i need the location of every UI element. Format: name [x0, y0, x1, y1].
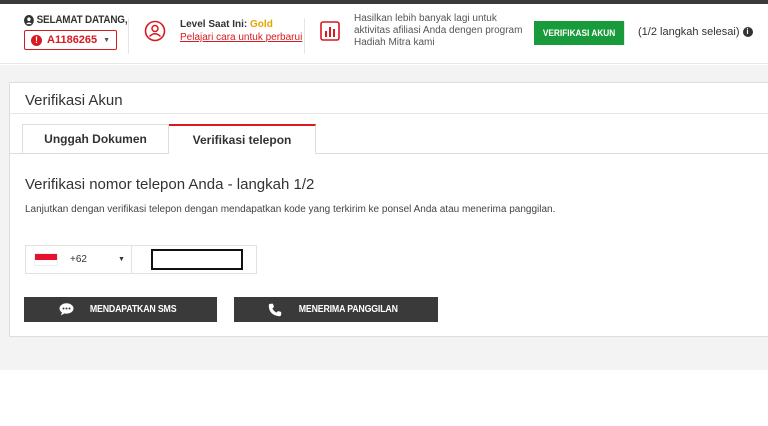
country-code-select[interactable]: +62 ▼	[26, 246, 132, 273]
tab-bar: Unggah Dokumen Verifikasi telepon	[22, 124, 316, 154]
section-heading: Verifikasi nomor telepon Anda - langkah …	[25, 176, 315, 193]
welcome-text: SELAMAT DATANG,	[36, 14, 128, 26]
receive-call-button[interactable]: MENERIMA PANGGILAN	[234, 297, 438, 322]
chart-icon	[320, 21, 340, 41]
info-icon[interactable]: i	[742, 27, 753, 37]
divider	[10, 113, 768, 114]
level-value: Gold	[250, 19, 273, 30]
phone-number-input[interactable]	[151, 249, 243, 270]
panel-title: Verifikasi Akun	[25, 92, 123, 109]
promo-block: Hasilkan lebih banyak lagi untuk aktivit…	[320, 13, 534, 49]
phone-number-wrapper	[132, 246, 256, 273]
level-label: Level Saat Ini:	[180, 19, 248, 30]
call-button-label: MENERIMA PANGGILAN	[298, 304, 398, 315]
promo-text: Hasilkan lebih banyak lagi untuk aktivit…	[354, 13, 523, 48]
get-sms-button[interactable]: MENDAPATKAN SMS	[24, 297, 217, 322]
verification-panel: Verifikasi Akun Unggah Dokumen Verifikas…	[9, 82, 768, 337]
header: SELAMAT DATANG, ! A1186265 ▼ Level Saat …	[0, 4, 768, 64]
indonesia-flag-icon	[34, 253, 58, 266]
sms-button-label: MENDAPATKAN SMS	[89, 304, 177, 315]
caret-down-icon: ▼	[118, 256, 125, 263]
tab-baseline	[316, 153, 768, 154]
level-text: Level Saat Ini: Gold Pelajari cara untuk…	[180, 18, 302, 44]
welcome-block: SELAMAT DATANG, ! A1186265 ▼	[24, 14, 139, 50]
chat-icon	[59, 303, 74, 316]
steps-text: (1/2 langkah selesai)	[638, 26, 740, 38]
account-id: A1186265	[47, 34, 98, 46]
divider	[304, 18, 305, 54]
welcome-line: SELAMAT DATANG,	[24, 14, 128, 26]
steps-status: (1/2 langkah selesai) i	[638, 26, 753, 38]
alert-icon: !	[31, 34, 42, 46]
tab-baseline	[10, 153, 22, 154]
divider	[128, 18, 129, 54]
level-upgrade-link[interactable]: Pelajari cara untuk perbarui	[180, 32, 302, 43]
tab-upload-documents[interactable]: Unggah Dokumen	[22, 124, 169, 154]
tab-phone-verification[interactable]: Verifikasi telepon	[169, 124, 316, 154]
user-circle-icon	[144, 20, 166, 42]
country-code: +62	[70, 254, 87, 265]
phone-icon	[268, 303, 281, 316]
caret-down-icon: ▼	[103, 36, 111, 44]
phone-input-group: +62 ▼	[25, 245, 257, 274]
level-block: Level Saat Ini: Gold Pelajari cara untuk…	[144, 18, 302, 44]
verify-account-button[interactable]: VERIFIKASI AKUN ANDA	[534, 21, 625, 62]
section-description: Lanjutkan dengan verifikasi telepon deng…	[25, 204, 556, 215]
user-icon	[24, 14, 34, 26]
account-dropdown[interactable]: ! A1186265 ▼	[24, 30, 118, 50]
